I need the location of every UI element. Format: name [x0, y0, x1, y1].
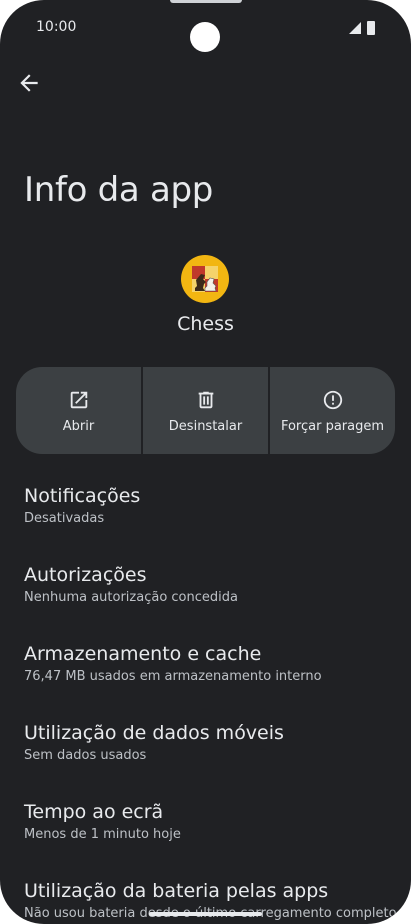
app-name: Chess	[177, 313, 234, 335]
open-label: Abrir	[62, 419, 95, 434]
setting-subtitle: Nenhuma autorização concedida	[24, 590, 238, 605]
setting-title: Notificações	[24, 485, 141, 507]
back-arrow-icon[interactable]	[16, 70, 42, 96]
open-in-new-icon	[70, 391, 87, 409]
setting-subtitle: Sem dados usados	[24, 748, 147, 763]
setting-subtitle: Desativadas	[24, 511, 105, 526]
gesture-nav-handle[interactable]	[149, 912, 262, 916]
setting-title: Tempo ao ecrã	[24, 801, 164, 823]
signal-icon	[349, 22, 361, 34]
mobile-data-setting[interactable]: Utilização de dados móveis Sem dados usa…	[24, 722, 394, 763]
force-stop-button[interactable]: Forçar paragem	[268, 367, 395, 454]
setting-subtitle: Menos de 1 minuto hoje	[24, 827, 181, 842]
alert-circle-icon	[323, 390, 342, 410]
camera-cutout	[190, 22, 220, 52]
storage-cache-setting[interactable]: Armazenamento e cache 76,47 MB usados em…	[24, 643, 394, 684]
app-actions-bar: Abrir Desinstalar Forçar paragem	[16, 367, 395, 454]
page-title: Info da app	[24, 170, 214, 210]
setting-title: Armazenamento e cache	[24, 643, 262, 665]
trash-icon	[198, 391, 213, 409]
setting-title: Autorizações	[24, 564, 147, 586]
screen-time-setting[interactable]: Tempo ao ecrã Menos de 1 minuto hoje	[24, 801, 394, 842]
battery-icon	[367, 21, 375, 35]
permissions-setting[interactable]: Autorizações Nenhuma autorização concedi…	[24, 564, 394, 605]
uninstall-button[interactable]: Desinstalar	[141, 367, 268, 454]
open-button[interactable]: Abrir	[16, 367, 141, 454]
setting-title: Utilização de dados móveis	[24, 722, 284, 744]
setting-title: Utilização da bateria pelas apps	[24, 880, 329, 902]
status-bar: 10:00	[0, 0, 411, 56]
force-stop-label: Forçar paragem	[280, 419, 385, 434]
phone-screen: 10:00 Info da app Chess Abrir Desinstala…	[0, 0, 411, 924]
top-notch	[170, 0, 242, 3]
notifications-setting[interactable]: Notificações Desativadas	[24, 485, 394, 526]
setting-subtitle: 76,47 MB usados em armazenamento interno	[24, 669, 322, 684]
uninstall-label: Desinstalar	[168, 419, 243, 434]
chess-app-icon	[181, 255, 229, 303]
status-time: 10:00	[36, 19, 77, 35]
